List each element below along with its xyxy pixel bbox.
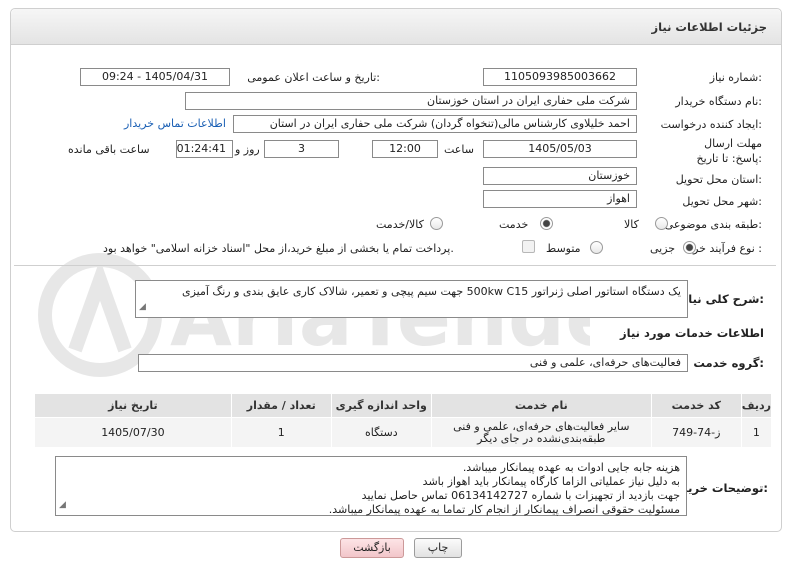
table-row: 1 ز-74-749 سایر فعالیت‌های حرفه‌ای، علمی… [34, 417, 773, 448]
col-row: ردیف [740, 393, 773, 418]
category-label: طبقه بندی موضوعی: [664, 218, 762, 231]
process-medium-label: متوسط [546, 242, 581, 255]
announce-date-field: 1405/04/31 - 09:24 [80, 68, 230, 86]
deadline-label: مهلت ارسال پاسخ: تا تاریخ: [696, 137, 762, 165]
need-number-label: شماره نیاز: [709, 71, 762, 84]
payment-note: پرداخت تمام یا بخشی از مبلغ خرید،از محل … [103, 242, 454, 255]
category-radio-goods[interactable] [655, 217, 668, 230]
resize-grip-icon[interactable]: ◢ [59, 498, 66, 512]
city-label: شهر محل تحویل: [682, 195, 762, 208]
process-radio-medium[interactable] [590, 241, 603, 254]
process-radio-minor[interactable] [683, 241, 696, 254]
requester-field: احمد خلیلاوی کارشناس مالی(تنخواه گردان) … [233, 115, 637, 133]
buyer-note-line: به دلیل نیاز عملیاتی الزاما کارگاه پیمان… [422, 475, 680, 488]
service-group-label: گروه خدمت: [693, 356, 764, 370]
cell-row: 1 [740, 417, 773, 448]
days-label: روز و [235, 143, 260, 156]
cell-unit: دستگاه [330, 417, 432, 448]
buyer-notes-field: هزینه جابه جایی ادوات به عهده پیمانکار م… [55, 456, 687, 516]
category-goods-label: کالا [624, 218, 639, 231]
process-minor-label: جزیی [650, 242, 676, 255]
summary-label: شرح کلی نیاز: [681, 292, 764, 306]
deadline-date-field: 1405/05/03 [483, 140, 637, 158]
remaining-time-field: 01:24:41 [176, 140, 233, 158]
services-section-title: اطلاعات خدمات مورد نیاز [620, 326, 764, 340]
col-unit: واحد اندازه گیری [330, 393, 432, 418]
cell-date: 1405/07/30 [34, 417, 232, 448]
page-title: جزئیات اطلاعات نیاز [651, 20, 767, 34]
col-code: کد خدمت [650, 393, 742, 418]
province-label: استان محل تحویل: [675, 173, 762, 186]
buyer-org-label: نام دستگاه خریدار: [675, 95, 762, 108]
col-name: نام خدمت [430, 393, 652, 418]
city-field: اهواز [483, 190, 637, 208]
province-field: خوزستان [483, 167, 637, 185]
buyer-note-line: هزینه جابه جایی ادوات به عهده پیمانکار م… [462, 461, 680, 474]
category-radio-goods-service[interactable] [430, 217, 443, 230]
back-button[interactable]: بازگشت [340, 538, 404, 558]
deadline-time-label: ساعت [444, 143, 474, 156]
col-qty: تعداد / مقدار [230, 393, 332, 418]
table-header-row: ردیف کد خدمت نام خدمت واحد اندازه گیری ت… [34, 393, 773, 418]
buyer-note-line: مسئولیت حقوقی انصراف پیمانکار از انجام ک… [328, 503, 680, 516]
col-date: تاریخ نیاز [34, 393, 232, 418]
remaining-time-label: ساعت باقی مانده [68, 143, 150, 156]
buyer-note-line: جهت بازدید از تجهیزات با شماره 061341427… [361, 489, 680, 502]
need-number-field: 1105093985003662 [483, 68, 637, 86]
service-group-field: فعالیت‌های حرفه‌ای، علمی و فنی [138, 354, 688, 372]
summary-field: یک دستگاه استاتور اصلی ژنراتور 500kw C15… [135, 280, 688, 318]
buyer-contact-link[interactable]: اطلاعات تماس خریدار [124, 117, 226, 130]
summary-text: یک دستگاه استاتور اصلی ژنراتور 500kw C15… [181, 285, 681, 298]
cell-code: ز-74-749 [650, 417, 742, 448]
treasury-checkbox[interactable] [522, 240, 535, 253]
category-radio-service[interactable] [540, 217, 553, 230]
cell-qty: 1 [230, 417, 332, 448]
services-table: ردیف کد خدمت نام خدمت واحد اندازه گیری ت… [34, 393, 773, 448]
deadline-time-field: 12:00 [372, 140, 438, 158]
details-panel: جزئیات اطلاعات نیاز [10, 8, 782, 532]
requester-label: ایجاد کننده درخواست: [660, 118, 762, 131]
print-button[interactable]: چاپ [414, 538, 462, 558]
resize-grip-icon[interactable]: ◢ [139, 300, 146, 314]
days-field: 3 [264, 140, 339, 158]
cell-name: سایر فعالیت‌های حرفه‌ای، علمی و فنی طبقه… [430, 417, 652, 448]
announce-date-label: تاریخ و ساعت اعلان عمومی: [247, 71, 380, 84]
section-divider [14, 265, 776, 266]
category-service-label: خدمت [499, 218, 529, 231]
category-goods-service-label: کالا/خدمت [376, 218, 424, 231]
buyer-org-field: شرکت ملی حفاری ایران در استان خوزستان [185, 92, 637, 110]
